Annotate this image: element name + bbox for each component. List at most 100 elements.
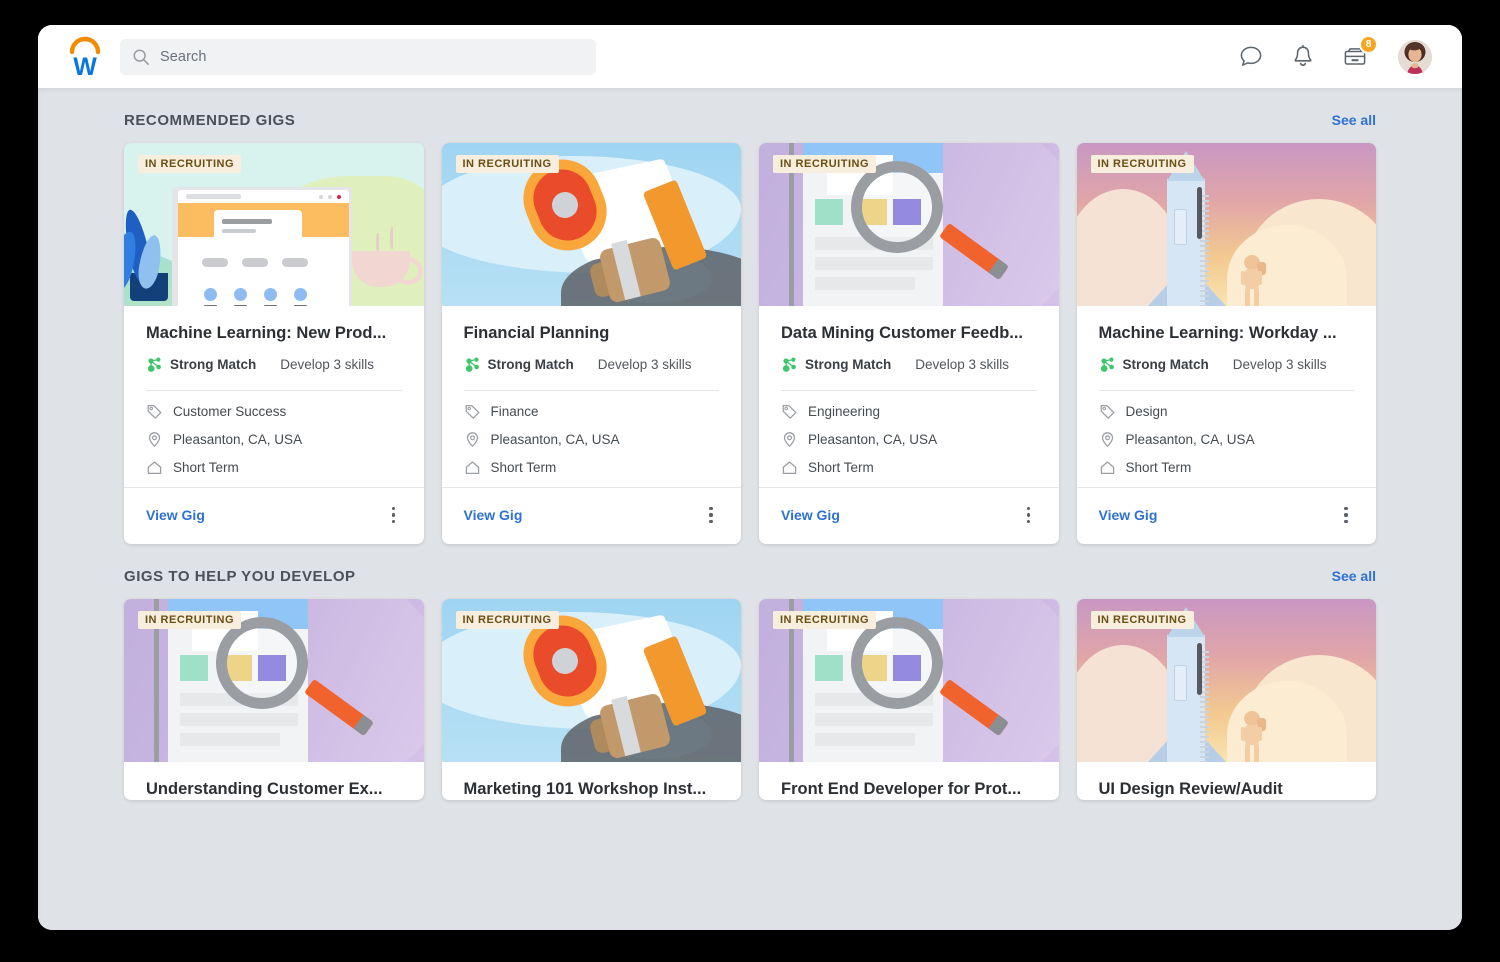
tag-icon [146,403,163,420]
section-gigs-to-develop: GIGS TO HELP YOU DEVELOP See all [38,544,1462,800]
match-label: Strong Match [170,354,256,376]
status-badge: IN RECRUITING [138,611,241,629]
card-body: Financial Planning [442,306,742,487]
meta-duration-label: Short Term [808,460,874,475]
svg-text:W: W [73,53,97,79]
card-meta: Customer Success Pleas [146,391,402,487]
location-pin-icon [1099,431,1116,448]
bell-icon[interactable] [1290,44,1316,70]
meta-category: Engineering [781,403,1037,420]
more-options-icon[interactable] [1338,504,1354,526]
meta-location-label: Pleasanton, CA, USA [173,432,302,447]
card-illustration: IN RECRUITING [442,143,742,306]
gig-card[interactable]: IN RECRUITING Front End Developer for Pr… [759,599,1059,800]
gig-card[interactable]: IN RECRUITING Marketing 101 Workshop Ins… [442,599,742,800]
more-options-icon[interactable] [386,504,402,526]
location-pin-icon [464,431,481,448]
home-icon [781,459,798,476]
meta-duration: Short Term [1099,459,1355,476]
card-body: UI Design Review/Audit [1077,762,1377,800]
view-gig-link[interactable]: View Gig [1099,507,1158,523]
tag-icon [464,403,481,420]
card-row-recommended: IN RECRUITING Machine Learning: New Prod… [124,143,1376,544]
view-gig-link[interactable]: View Gig [781,507,840,523]
gig-card[interactable]: IN RECRUITING Understanding Customer Ex.… [124,599,424,800]
card-body: Marketing 101 Workshop Inst... [442,762,742,800]
meta-location: Pleasanton, CA, USA [146,431,402,448]
meta-category-label: Finance [491,404,539,419]
meta-duration-label: Short Term [491,460,557,475]
chat-icon[interactable] [1238,44,1264,70]
see-all-link[interactable]: See all [1332,568,1376,584]
device-frame: W Search [0,0,1500,962]
match-line: Strong Match Develop 3 skills [781,354,1037,376]
card-body: Machine Learning: Workday ... [1077,306,1377,487]
location-pin-icon [781,431,798,448]
card-illustration: IN RECRUITING [759,143,1059,306]
meta-location-label: Pleasanton, CA, USA [1126,432,1255,447]
search-placeholder: Search [160,49,207,65]
gig-card[interactable]: IN RECRUITING Machine Learning: Workday … [1077,143,1377,544]
card-title: Machine Learning: Workday ... [1099,324,1355,344]
develop-skills-label: Develop 3 skills [280,354,374,376]
card-title: Financial Planning [464,324,720,344]
view-gig-link[interactable]: View Gig [146,507,205,523]
gig-card[interactable]: IN RECRUITING Machine Learning: New Prod… [124,143,424,544]
section-header: RECOMMENDED GIGS See all [124,88,1376,143]
content-area: RECOMMENDED GIGS See all [38,88,1462,930]
search-input[interactable]: Search [120,39,596,75]
view-gig-link[interactable]: View Gig [464,507,523,523]
card-title: Understanding Customer Ex... [146,780,402,800]
meta-category-label: Engineering [808,404,880,419]
tag-icon [781,403,798,420]
meta-location-label: Pleasanton, CA, USA [808,432,937,447]
card-title: Marketing 101 Workshop Inst... [464,780,720,800]
meta-duration: Short Term [146,459,402,476]
card-body: Front End Developer for Prot... [759,762,1059,800]
inbox-icon[interactable]: 8 [1342,44,1368,70]
card-meta: Engineering Pleasanton, CA, USA [781,391,1037,487]
match-label: Strong Match [1123,354,1209,376]
status-badge: IN RECRUITING [1091,611,1194,629]
strong-match-icon [781,356,798,373]
meta-duration: Short Term [464,459,720,476]
section-recommended-gigs: RECOMMENDED GIGS See all [38,88,1462,544]
gig-card[interactable]: IN RECRUITING Financial Planning [442,143,742,544]
meta-location: Pleasanton, CA, USA [781,431,1037,448]
more-options-icon[interactable] [703,504,719,526]
gig-card[interactable]: IN RECRUITING Data Mining Customer Feedb… [759,143,1059,544]
match-label: Strong Match [488,354,574,376]
more-options-icon[interactable] [1021,504,1037,526]
card-title: UI Design Review/Audit [1099,780,1355,800]
card-illustration: IN RECRUITING [1077,599,1377,762]
status-badge: IN RECRUITING [773,155,876,173]
status-badge: IN RECRUITING [773,611,876,629]
card-body: Machine Learning: New Prod... [124,306,424,487]
meta-duration: Short Term [781,459,1037,476]
meta-location: Pleasanton, CA, USA [464,431,720,448]
card-title: Machine Learning: New Prod... [146,324,402,344]
meta-category: Customer Success [146,403,402,420]
status-badge: IN RECRUITING [456,155,559,173]
workday-logo[interactable]: W [64,35,106,79]
card-illustration: IN RECRUITING [124,143,424,306]
card-illustration: IN RECRUITING [442,599,742,762]
develop-skills-label: Develop 3 skills [1233,354,1327,376]
home-icon [464,459,481,476]
strong-match-icon [464,356,481,373]
status-badge: IN RECRUITING [1091,155,1194,173]
tag-icon [1099,403,1116,420]
match-label: Strong Match [805,354,891,376]
status-badge: IN RECRUITING [138,155,241,173]
meta-category-label: Design [1126,404,1168,419]
card-footer: View Gig [442,487,742,544]
strong-match-icon [146,356,163,373]
avatar[interactable] [1398,40,1432,74]
gig-card[interactable]: IN RECRUITING UI Design Review/Audit [1077,599,1377,800]
see-all-link[interactable]: See all [1332,112,1376,128]
develop-skills-label: Develop 3 skills [915,354,1009,376]
search-icon [132,48,150,66]
card-footer: View Gig [759,487,1059,544]
app-header: W Search [38,25,1462,88]
home-icon [146,459,163,476]
